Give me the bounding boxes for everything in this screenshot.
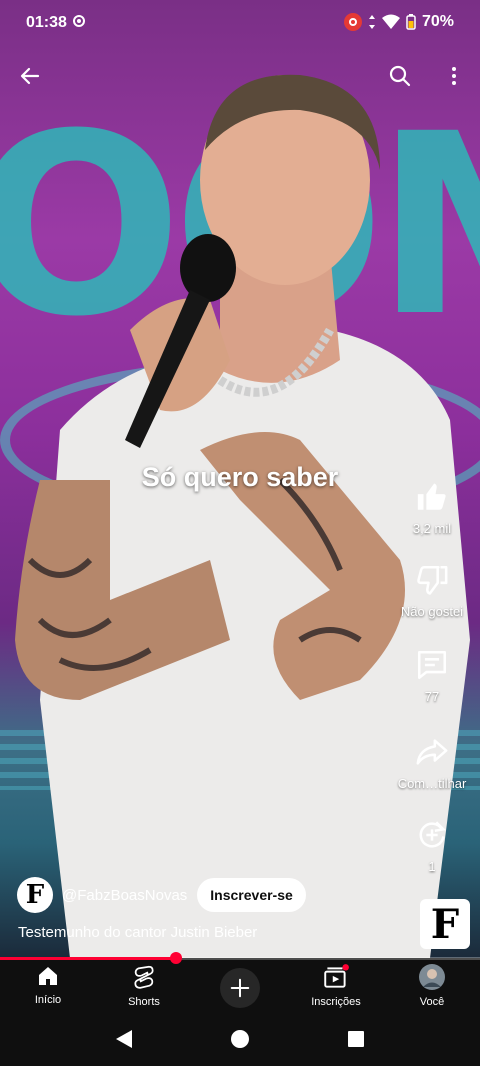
avatar [419, 964, 445, 990]
home-nav-icon[interactable] [230, 1029, 250, 1049]
battery-percent: 70% [421, 13, 454, 30]
comments-button[interactable]: 77 [384, 648, 480, 704]
nav-shorts[interactable]: Shorts [96, 964, 192, 1008]
remix-count: 1 [428, 859, 436, 874]
subscribe-button[interactable]: Inscrever-se [197, 878, 306, 912]
cast-icon [343, 13, 362, 31]
channel-info: F @FabzBoasNovas Inscrever-se [17, 877, 306, 913]
more-vert-icon [452, 67, 456, 85]
video-title[interactable]: Testemunho do cantor Justin Bieber [18, 924, 257, 941]
nav-subscriptions[interactable]: Inscrições [288, 964, 384, 1008]
sound-source-thumbnail[interactable]: F [420, 899, 470, 949]
remix-button[interactable]: 1 [384, 818, 480, 874]
home-icon [39, 967, 57, 985]
channel-avatar[interactable]: F [17, 877, 53, 913]
remix-icon [419, 821, 446, 848]
create-button[interactable] [220, 968, 260, 1008]
search-button[interactable] [382, 58, 418, 94]
thumb-up-icon [417, 483, 446, 510]
nav-shorts-label: Shorts [128, 996, 160, 1008]
shorts-icon [134, 965, 154, 989]
status-time: 01:38 [26, 14, 67, 31]
back-nav-icon[interactable] [115, 1029, 133, 1049]
like-button[interactable]: 3,2 mil [384, 480, 480, 536]
search-icon [389, 65, 411, 87]
back-arrow-icon [20, 67, 40, 85]
top-bar [0, 52, 480, 100]
data-arrows-icon [368, 15, 375, 29]
share-label: Com…tilhar [397, 776, 467, 791]
progress-fill [0, 957, 177, 960]
status-bar: 01:38 70% [0, 0, 480, 48]
wifi-icon [381, 14, 400, 29]
nav-subscriptions-label: Inscrições [311, 996, 361, 1008]
dislike-label: Não gostei [400, 604, 464, 619]
thumb-down-icon [417, 565, 448, 595]
add-icon [230, 978, 250, 998]
more-options-button[interactable] [436, 58, 472, 94]
status-indicators: 70% [343, 13, 454, 31]
nav-you[interactable]: Você [384, 964, 480, 1008]
dislike-button[interactable]: Não gostei [384, 563, 480, 619]
channel-handle[interactable]: @FabzBoasNovas [62, 887, 187, 904]
nav-home-label: Início [34, 994, 62, 1006]
system-navigation-bar [0, 1012, 480, 1066]
comments-count: 77 [424, 689, 440, 704]
like-count: 3,2 mil [412, 521, 452, 536]
share-icon [416, 739, 448, 765]
back-button[interactable] [12, 58, 48, 94]
screen-record-icon [73, 15, 85, 27]
subscriptions-icon [324, 964, 349, 988]
share-button[interactable]: Com…tilhar [384, 735, 480, 791]
comment-icon [417, 650, 447, 680]
battery-icon [406, 14, 416, 30]
recents-nav-icon[interactable] [347, 1030, 365, 1048]
progress-bar[interactable] [0, 952, 480, 964]
bottom-navigation: Início Shorts Inscrições Você [0, 960, 480, 1012]
nav-you-label: Você [419, 996, 445, 1008]
nav-home[interactable]: Início [0, 964, 96, 1006]
